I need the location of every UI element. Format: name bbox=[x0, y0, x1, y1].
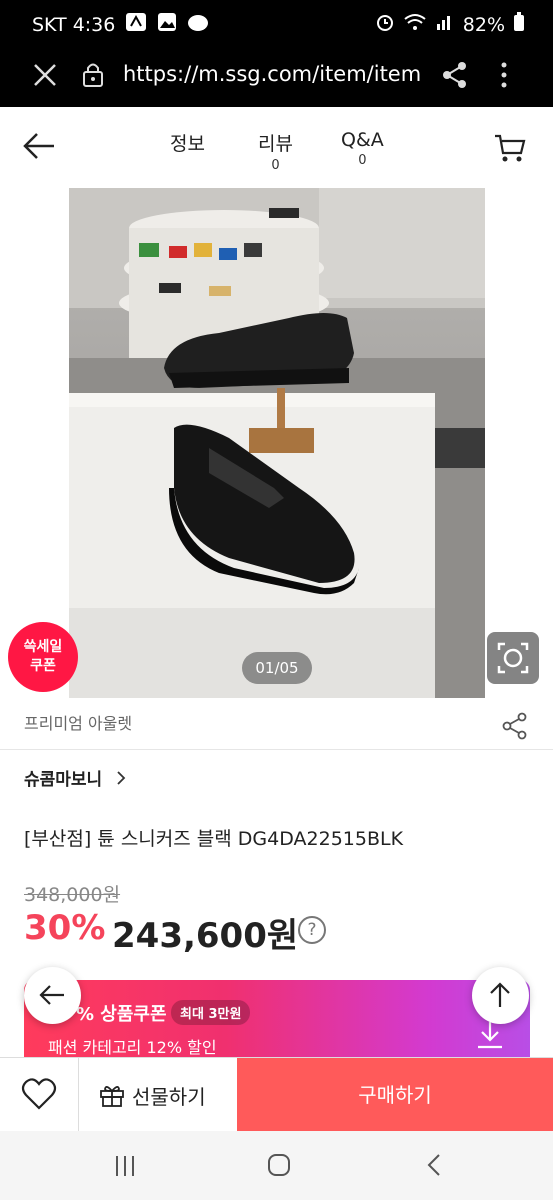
gift-label: 선물하기 bbox=[132, 1085, 206, 1109]
close-icon[interactable] bbox=[32, 61, 58, 96]
coupon-subtitle: 패션 카테고리 12% 할인 bbox=[48, 1038, 217, 1057]
floating-back-button[interactable] bbox=[24, 967, 81, 1024]
wifi-icon bbox=[403, 12, 427, 37]
sale-badge-line1: 쓱세일 bbox=[23, 639, 63, 655]
back-arrow-icon[interactable] bbox=[22, 131, 56, 165]
cart-icon[interactable] bbox=[494, 133, 526, 167]
product-image[interactable]: 01/05 bbox=[69, 188, 485, 698]
help-icon[interactable]: ? bbox=[298, 916, 326, 944]
battery-icon bbox=[513, 12, 525, 37]
browser-url-bar: https://m.ssg.com/item/item bbox=[0, 50, 553, 107]
tab-reviews-label: 리뷰 bbox=[258, 133, 293, 155]
discount-rate: 30% bbox=[24, 908, 106, 948]
coupon-title: % 상품쿠폰 bbox=[76, 1004, 167, 1025]
divider bbox=[0, 749, 553, 750]
gift-button[interactable]: 선물하기 bbox=[79, 1058, 237, 1132]
signal-icon bbox=[435, 12, 455, 37]
back-arrow-icon bbox=[39, 985, 64, 1005]
product-title: [부산점] 튠 스니커즈 블랙 DG4DA22515BLK bbox=[24, 828, 404, 850]
gallery-icon bbox=[157, 12, 177, 37]
camera-scan-icon bbox=[497, 642, 529, 674]
download-icon[interactable] bbox=[476, 1020, 504, 1054]
tab-reviews-count: 0 bbox=[271, 158, 280, 173]
heart-icon bbox=[21, 1078, 57, 1110]
coupon-max-badge: 최대 3만원 bbox=[171, 1000, 251, 1025]
tab-qna-label: Q&A bbox=[341, 129, 384, 151]
recent-apps-icon[interactable] bbox=[112, 1153, 138, 1183]
home-icon[interactable] bbox=[266, 1152, 292, 1182]
cloud-icon bbox=[187, 12, 209, 37]
product-photo bbox=[69, 188, 485, 698]
wishlist-button[interactable] bbox=[0, 1058, 79, 1132]
original-price: 348,000원 bbox=[24, 884, 121, 906]
tab-qna[interactable]: Q&A 0 bbox=[341, 129, 384, 168]
image-counter: 01/05 bbox=[242, 652, 312, 684]
image-search-button[interactable] bbox=[487, 632, 539, 684]
arrow-up-icon bbox=[490, 982, 510, 1007]
share-icon[interactable] bbox=[502, 712, 528, 744]
gift-icon bbox=[99, 1082, 125, 1112]
system-nav-bar bbox=[0, 1131, 553, 1200]
product-header: 정보 리뷰 0 Q&A 0 bbox=[0, 107, 553, 187]
url-field[interactable]: https://m.ssg.com/item/item bbox=[123, 62, 423, 86]
back-icon[interactable] bbox=[424, 1152, 444, 1182]
battery-percent: 82% bbox=[462, 13, 505, 36]
alarm-icon bbox=[375, 12, 395, 37]
tab-info-label: 정보 bbox=[170, 133, 205, 155]
buy-button[interactable]: 구매하기 bbox=[237, 1058, 553, 1132]
share-icon[interactable] bbox=[442, 61, 468, 93]
scroll-top-button[interactable] bbox=[472, 967, 529, 1024]
hotspot-icon bbox=[125, 12, 147, 37]
tab-info[interactable]: 정보 bbox=[170, 129, 205, 156]
status-bar: SKT 4:36 82% bbox=[0, 0, 553, 50]
more-menu-icon[interactable] bbox=[500, 60, 508, 97]
tab-reviews[interactable]: 리뷰 0 bbox=[258, 129, 293, 173]
sale-price: 243,600원 bbox=[112, 916, 299, 956]
chevron-right-icon bbox=[116, 770, 126, 790]
bottom-action-bar: 선물하기 구매하기 bbox=[0, 1057, 553, 1132]
carrier-time: SKT 4:36 bbox=[32, 13, 116, 36]
brand-name: 슈콤마보니 bbox=[24, 770, 103, 790]
brand-link[interactable]: 슈콤마보니 bbox=[24, 765, 126, 790]
lock-icon bbox=[82, 61, 104, 93]
sale-coupon-badge[interactable]: 쓱세일 쿠폰 bbox=[8, 622, 78, 692]
tab-qna-count: 0 bbox=[358, 153, 367, 168]
sale-badge-line2: 쿠폰 bbox=[30, 658, 56, 674]
store-label: 프리미엄 아울렛 bbox=[24, 714, 133, 733]
coupon-banner[interactable]: % 상품쿠폰 최대 3만원 패션 카테고리 12% 할인 bbox=[24, 980, 530, 1060]
